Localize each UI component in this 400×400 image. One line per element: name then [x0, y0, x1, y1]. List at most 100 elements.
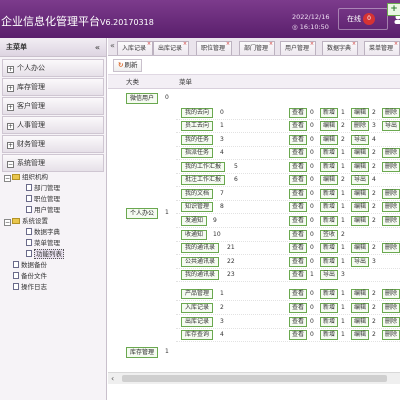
menu-item-button[interactable]: 我的通讯录	[181, 243, 220, 253]
menu-item-button[interactable]: 产品管理	[181, 289, 214, 299]
action-button[interactable]: 编辑	[351, 148, 370, 158]
action-button[interactable]: 新增	[320, 330, 339, 340]
horizontal-scrollbar[interactable]: ‹	[108, 372, 400, 384]
action-button[interactable]: 查看	[289, 330, 308, 340]
action-button[interactable]: 编辑	[320, 135, 339, 145]
action-button[interactable]: 编辑	[351, 216, 370, 226]
category-stock-button[interactable]: 库存管理	[126, 347, 159, 358]
online-users-button[interactable]: 在线 0	[338, 8, 388, 30]
action-button[interactable]: 编辑	[351, 202, 370, 212]
tree-node-menu[interactable]: 菜单管理	[4, 238, 106, 249]
tree-node-backup-file[interactable]: 备份文件	[4, 271, 106, 282]
action-button[interactable]: 查看	[289, 257, 308, 267]
close-icon[interactable]: ×	[269, 38, 273, 51]
tree-collapse-icon[interactable]: −	[4, 175, 11, 182]
tab-stock-in[interactable]: 入库记录 ×	[117, 38, 154, 55]
tree-node-org[interactable]: − 组织机构	[4, 172, 106, 183]
action-button[interactable]: 编辑	[351, 317, 370, 327]
action-button[interactable]: 查看	[289, 108, 308, 118]
tree-node-post[interactable]: 职位管理	[4, 194, 106, 205]
action-button[interactable]: 删除	[382, 243, 400, 253]
action-button[interactable]: 查看	[289, 202, 308, 212]
tree-node-oplog[interactable]: 操作日志	[4, 282, 106, 293]
sidebar-item-personal-office[interactable]: + 个人办公	[2, 59, 104, 77]
tree-node-dept[interactable]: 部门管理	[4, 183, 106, 194]
close-icon[interactable]: ×	[352, 38, 356, 51]
menu-item-button[interactable]: 我的任务	[181, 135, 214, 145]
action-button[interactable]: 导出	[320, 270, 339, 280]
action-button[interactable]: 删除	[382, 202, 400, 212]
action-button[interactable]: 新增	[320, 243, 339, 253]
action-button[interactable]: 查看	[289, 216, 308, 226]
action-button[interactable]: 新增	[320, 162, 339, 172]
menu-item-button[interactable]: 收通知	[181, 230, 208, 240]
menu-item-button[interactable]: 库存查询	[181, 330, 214, 340]
action-button[interactable]: 删除	[382, 148, 400, 158]
menu-item-button[interactable]: 出库记录	[181, 317, 214, 327]
menu-item-button[interactable]: 我的去向	[181, 108, 214, 118]
tab-menu-mgmt[interactable]: 菜单管理 ×	[364, 38, 400, 55]
action-button[interactable]: 删除	[382, 216, 400, 226]
close-icon[interactable]: ×	[310, 38, 314, 51]
action-button[interactable]: 查看	[289, 317, 308, 327]
action-button[interactable]: 查看	[289, 148, 308, 158]
tree-node-user[interactable]: 用户管理	[4, 205, 106, 216]
action-button[interactable]: 编辑	[351, 162, 370, 172]
tree-node-backup[interactable]: 数据备份	[4, 260, 106, 271]
tab-scroll-left-icon[interactable]: «	[110, 41, 115, 50]
action-button[interactable]: 新增	[320, 108, 339, 118]
menu-item-button[interactable]: 我的通讯录	[181, 270, 220, 280]
tab-post-mgmt[interactable]: 职位管理 ×	[196, 38, 233, 55]
action-button[interactable]: 编辑	[351, 243, 370, 253]
close-icon[interactable]: ×	[183, 38, 187, 51]
add-button[interactable]: +	[387, 3, 400, 16]
tab-data-dict[interactable]: 数据字典 ×	[322, 38, 359, 55]
action-button[interactable]: 新增	[320, 202, 339, 212]
action-button[interactable]: 编辑	[320, 175, 339, 185]
tree-node-func-list[interactable]: 功能列表	[4, 249, 106, 260]
menu-item-button[interactable]: 入库记录	[181, 303, 214, 313]
action-button[interactable]: 新增	[320, 257, 339, 267]
close-icon[interactable]: ×	[147, 38, 151, 51]
tab-dept-mgmt[interactable]: 部门管理 ×	[239, 38, 276, 55]
menu-item-button[interactable]: 我的工作汇报	[181, 162, 226, 172]
tab-stock-out[interactable]: 出库记录 ×	[153, 38, 190, 55]
action-button[interactable]: 导出	[351, 257, 370, 267]
sidebar-item-customers[interactable]: + 客户管理	[2, 97, 104, 115]
action-button[interactable]: 删除	[382, 303, 400, 313]
action-button[interactable]: 编辑	[351, 330, 370, 340]
action-button[interactable]: 导出	[351, 175, 370, 185]
action-button[interactable]: 删除	[382, 189, 400, 199]
close-icon[interactable]: ×	[226, 38, 230, 51]
action-button[interactable]: 查看	[289, 230, 308, 240]
menu-item-button[interactable]: 发通知	[181, 216, 208, 226]
action-button[interactable]: 新增	[320, 189, 339, 199]
close-icon[interactable]: ×	[394, 38, 398, 51]
sidebar-item-system[interactable]: − 系统管理	[2, 154, 104, 172]
menu-item-button[interactable]: 我的文档	[181, 189, 214, 199]
scroll-left-icon[interactable]: ‹	[111, 373, 114, 384]
action-button[interactable]: 导出	[382, 121, 400, 131]
action-button[interactable]: 编辑	[351, 289, 370, 299]
tree-node-settings[interactable]: − 系统设置	[4, 216, 106, 227]
collapse-icon[interactable]: «	[95, 38, 100, 57]
sidebar-item-hr[interactable]: + 人事管理	[2, 116, 104, 134]
tab-user-mgmt[interactable]: 用户管理 ×	[280, 38, 317, 55]
menu-item-button[interactable]: 公共通讯录	[181, 257, 220, 267]
action-button[interactable]: 新增	[320, 303, 339, 313]
action-button[interactable]: 查看	[289, 289, 308, 299]
action-button[interactable]: 编辑	[320, 121, 339, 131]
action-button[interactable]: 查看	[289, 243, 308, 253]
action-button[interactable]: 查看	[289, 162, 308, 172]
action-button[interactable]: 编辑	[351, 189, 370, 199]
menu-item-button[interactable]: 员工去向	[181, 121, 214, 131]
action-button[interactable]: 新增	[320, 289, 339, 299]
action-button[interactable]: 删除	[382, 289, 400, 299]
menu-item-button[interactable]: 知识管理	[181, 202, 214, 212]
action-button[interactable]: 删除	[382, 330, 400, 340]
action-button[interactable]: 新增	[320, 317, 339, 327]
action-button[interactable]: 查看	[289, 303, 308, 313]
action-button[interactable]: 签收	[320, 230, 339, 240]
action-button[interactable]: 查看	[289, 175, 308, 185]
category-wechat-button[interactable]: 微信用户	[126, 93, 159, 104]
